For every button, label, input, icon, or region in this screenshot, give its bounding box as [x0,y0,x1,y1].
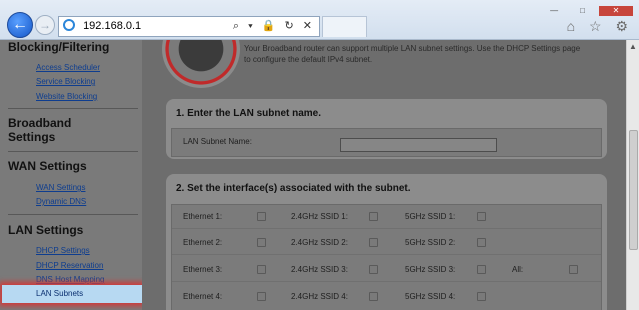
browser-tab[interactable] [322,16,367,37]
sidebar-link-dhcp-reservation[interactable]: DHCP Reservation [36,261,103,270]
back-arrow-icon[interactable]: ← [7,12,33,38]
address-bar[interactable]: 192.168.0.1 ⌕ ▾ 🔒 ↻ ✕ [58,16,320,37]
sidebar-link-dns-host-mapping[interactable]: DNS Host Mapping [36,275,104,284]
all-checkbox[interactable] [569,265,578,274]
ssid5-checkbox[interactable] [477,212,486,221]
interfaces-panel: 2. Set the interface(s) associated with … [166,174,607,310]
browser-nav-icons: ⌂ ☆ ⚙ [567,18,633,35]
window-controls: — □ ✕ [542,0,633,16]
sidebar-link-website-blocking[interactable]: Website Blocking [36,92,97,101]
ssid24-label: 2.4GHz SSID 3: [291,265,348,274]
interfaces-grid: Ethernet 1: 2.4GHz SSID 1: 5GHz SSID 1: … [171,204,602,310]
ethernet-checkbox[interactable] [257,238,266,247]
ethernet-checkbox[interactable] [257,292,266,301]
sidebar-item-lan-subnets[interactable]: LAN Subnets [2,285,142,303]
ethernet-label: Ethernet 4: [183,292,223,301]
ssid24-label: 2.4GHz SSID 2: [291,238,348,247]
row-divider [172,228,601,229]
all-label: All: [512,265,524,274]
ssid24-checkbox[interactable] [369,238,378,247]
intro-text: Your Broadband router can support multip… [244,44,581,64]
row-divider [172,281,601,282]
close-icon[interactable]: ✕ [599,6,633,16]
panel-title: 1. Enter the LAN subnet name. [176,108,322,119]
sidebar-heading-wan: WAN Settings [8,159,87,173]
page-viewport: Blocking/Filtering Access Scheduler Serv… [0,40,626,310]
sidebar-heading-lan: LAN Settings [8,223,84,237]
ssid5-checkbox[interactable] [477,292,486,301]
sidebar-link-wan-settings[interactable]: WAN Settings [36,183,86,192]
ssid5-checkbox[interactable] [477,238,486,247]
ethernet-label: Ethernet 3: [183,265,223,274]
row-divider [172,254,601,255]
ssid24-label: 2.4GHz SSID 4: [291,292,348,301]
ssid24-checkbox[interactable] [369,292,378,301]
ssid5-label: 5GHz SSID 2: [405,238,456,247]
settings-gear-icon[interactable]: ⚙ [615,18,633,34]
sidebar-item-label: LAN Subnets [36,289,84,298]
address-text[interactable]: 192.168.0.1 [83,20,141,32]
lan-subnet-name-input[interactable] [340,138,497,152]
panel-body: LAN Subnet Name: [171,128,602,157]
scroll-up-arrow-icon[interactable]: ▲ [629,42,637,51]
panel-title: 2. Set the interface(s) associated with … [176,183,411,194]
forward-arrow-icon[interactable]: → [35,15,55,35]
vertical-scrollbar[interactable]: ▲ [626,40,639,310]
ssid5-label: 5GHz SSID 1: [405,212,456,221]
ethernet-label: Ethernet 1: [183,212,223,221]
minimize-icon[interactable]: — [542,6,566,16]
sidebar: Blocking/Filtering Access Scheduler Serv… [0,40,142,310]
ssid5-checkbox[interactable] [477,265,486,274]
home-icon[interactable]: ⌂ [567,18,580,34]
router-globe-icon [162,40,240,88]
sidebar-divider [8,108,138,109]
ssid5-label: 5GHz SSID 3: [405,265,456,274]
ssid24-label: 2.4GHz SSID 1: [291,212,348,221]
sidebar-link-dhcp-settings[interactable]: DHCP Settings [36,246,90,255]
browser-toolbar: ← → 192.168.0.1 ⌕ ▾ 🔒 ↻ ✕ — □ ✕ ⌂ ☆ ⚙ [0,0,639,40]
lan-subnet-name-label: LAN Subnet Name: [183,137,252,146]
scroll-thumb[interactable] [629,130,638,250]
ssid24-checkbox[interactable] [369,265,378,274]
browser-logo-icon [63,19,75,31]
lan-subnet-name-panel: 1. Enter the LAN subnet name. LAN Subnet… [166,99,607,159]
sidebar-divider [8,214,138,215]
sidebar-link-access-scheduler[interactable]: Access Scheduler [36,63,100,72]
address-tools-icons[interactable]: ⌕ ▾ 🔒 ↻ ✕ [233,17,315,36]
sidebar-link-dynamic-dns[interactable]: Dynamic DNS [36,197,86,206]
ethernet-label: Ethernet 2: [183,238,223,247]
sidebar-link-service-blocking[interactable]: Service Blocking [36,77,95,86]
main-content: Your Broadband router can support multip… [142,40,626,310]
sidebar-divider [8,151,138,152]
ssid5-label: 5GHz SSID 4: [405,292,456,301]
maximize-icon[interactable]: □ [571,6,595,16]
ethernet-checkbox[interactable] [257,265,266,274]
ethernet-checkbox[interactable] [257,212,266,221]
ssid24-checkbox[interactable] [369,212,378,221]
sidebar-heading-blocking: Blocking/Filtering [8,40,110,54]
sidebar-heading-broadband: Broadband Settings [8,116,72,144]
favorites-star-icon[interactable]: ☆ [589,18,607,34]
